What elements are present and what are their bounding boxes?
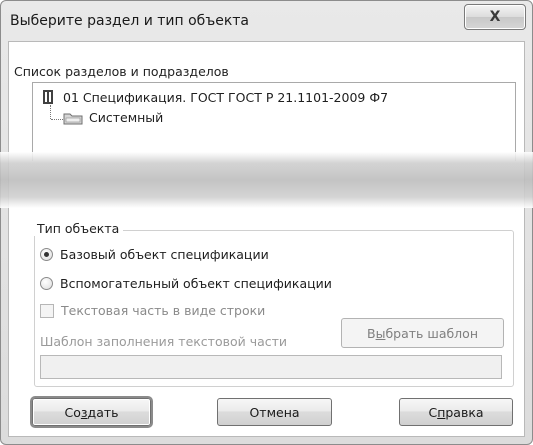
object-type-title: Тип объекта: [34, 221, 124, 236]
tree-connector: [51, 119, 63, 120]
dialog-title: Выберите раздел и тип объекта: [10, 13, 250, 29]
close-icon: X: [489, 9, 501, 25]
folder-icon: [63, 113, 83, 124]
button-label: Со: [64, 404, 81, 420]
button-accelerator: з: [80, 404, 88, 420]
cancel-button[interactable]: Отмена: [217, 398, 332, 426]
checkbox-label: Текстовая часть в виде строки: [61, 303, 266, 318]
tree-item-specification[interactable]: 01 Спецификация. ГОСТ ГОСТ Р 21.1101-200…: [42, 89, 388, 105]
sections-tree[interactable]: 01 Спецификация. ГОСТ ГОСТ Р 21.1101-200…: [32, 82, 516, 161]
button-label: С: [428, 404, 438, 420]
tree-item-label: Системный: [89, 110, 164, 125]
book-icon: [43, 90, 53, 104]
radio-label: Базовый объект спецификации: [60, 247, 269, 262]
choose-template-button[interactable]: Вы брать шаблон: [341, 318, 504, 348]
title-bar: Выберите раздел и тип объекта X: [1, 1, 532, 41]
button-accelerator: п: [437, 404, 446, 420]
radio-button[interactable]: [40, 248, 53, 261]
sections-list-label: Список разделов и подразделов: [14, 64, 229, 79]
screenshot-cut-separator: [0, 152, 533, 208]
checkbox-text-string[interactable]: Текстовая часть в виде строки: [40, 303, 265, 318]
radio-label: Вспомогательный объект спецификации: [60, 276, 332, 291]
tree-connector: [50, 105, 51, 119]
template-label: Шаблон заполнения текстовой части: [40, 334, 288, 349]
help-button[interactable]: Сп равка: [399, 398, 513, 426]
button-label: брать шаблон: [385, 325, 478, 341]
tree-item-system[interactable]: Системный: [63, 110, 163, 125]
template-input[interactable]: [40, 355, 502, 379]
checkbox[interactable]: [40, 303, 54, 318]
button-label: дать: [87, 404, 119, 420]
tree-item-label: 01 Спецификация. ГОСТ ГОСТ Р 21.1101-200…: [63, 89, 389, 105]
radio-button[interactable]: [40, 277, 53, 290]
radio-auxiliary-object[interactable]: Вспомогательный объект спецификации: [40, 276, 332, 291]
button-accelerator: ы: [375, 325, 386, 341]
button-label: В: [367, 325, 376, 341]
close-button[interactable]: X: [464, 4, 526, 30]
button-label: равка: [445, 404, 484, 420]
radio-base-object[interactable]: Базовый объект спецификации: [40, 247, 269, 262]
create-button[interactable]: Со з дать: [32, 398, 151, 426]
